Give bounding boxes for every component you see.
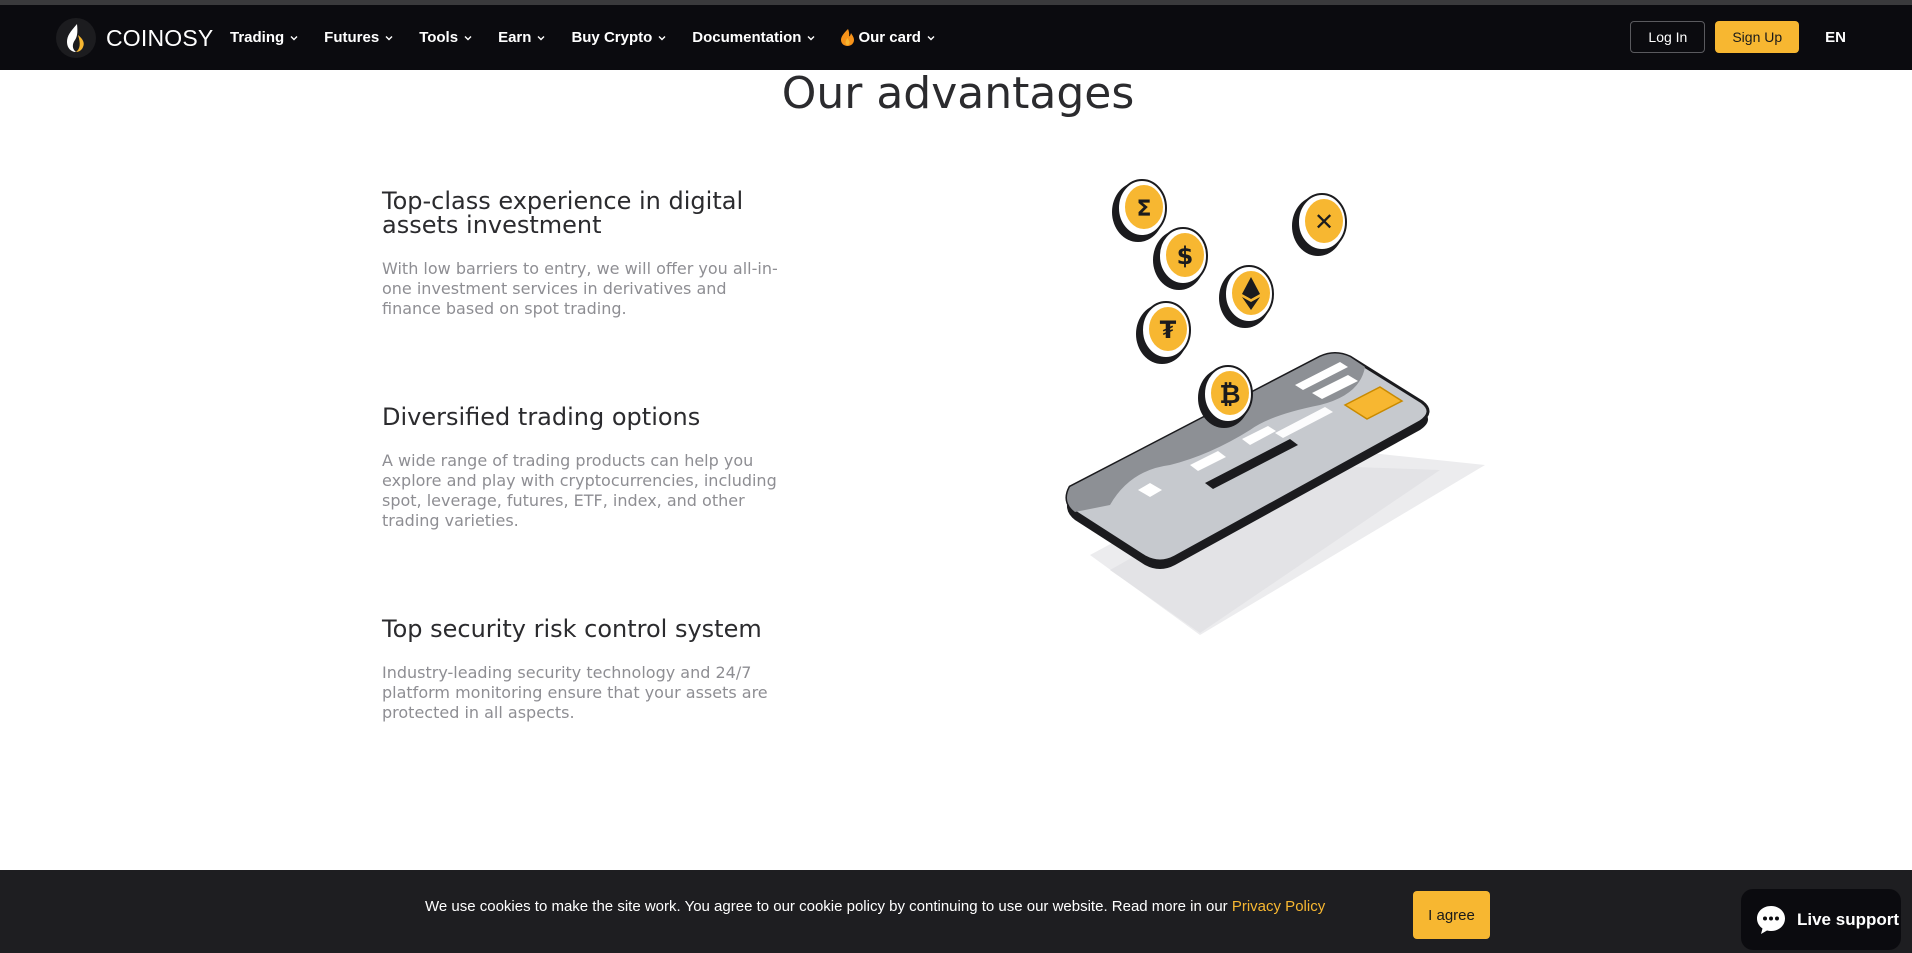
nav-item-earn[interactable]: Earn [498,29,545,46]
chevron-down-icon [927,35,935,40]
chevron-down-icon [385,35,393,40]
crypto-card-illustration: ₿ ₮ $ Σ ✕ [1065,179,1485,635]
signup-button[interactable]: Sign Up [1715,21,1800,53]
navbar: COINOSY Trading Futures Tools Earn Buy C… [0,5,1912,70]
nav-item-our-card[interactable]: Our card [841,29,935,46]
svg-text:Σ: Σ [1136,197,1151,222]
chat-bubble-icon [1757,905,1785,934]
nav-actions: Log In Sign Up EN [1630,21,1846,53]
cookie-text: We use cookies to make the site work. Yo… [425,898,1232,915]
brand-logo-link[interactable]: COINOSY [56,18,213,58]
nav-item-futures[interactable]: Futures [324,29,393,46]
privacy-policy-link[interactable]: Privacy Policy [1232,898,1325,915]
sigma-coin-icon: Σ [1112,179,1167,242]
nav-item-label: Documentation [692,29,802,46]
xrp-coin-icon: ✕ [1292,193,1347,256]
nav-item-buy-crypto[interactable]: Buy Crypto [571,29,666,46]
nav-item-label: Tools [419,29,459,46]
brand-name: COINOSY [106,24,214,51]
nav-item-tools[interactable]: Tools [419,29,472,46]
feature-description: A wide range of trading products can hel… [382,451,777,530]
svg-text:✕: ✕ [1314,208,1334,236]
feature-heading: Top security risk control system [382,615,762,643]
nav-item-label: Futures [324,29,380,46]
fire-icon [841,29,855,46]
feature-item: Top security risk control system Industr… [382,617,802,723]
nav-item-label: Our card [858,29,921,46]
main-nav: Trading Futures Tools Earn Buy Crypto Do… [230,5,961,70]
section-title: Our advantages [781,68,1135,119]
feature-item: Diversified trading options A wide range… [382,405,802,531]
chevron-down-icon [807,35,815,40]
cookie-message: We use cookies to make the site work. Yo… [425,898,1325,915]
chevron-down-icon [537,35,545,40]
nav-item-label: Trading [230,29,285,46]
cookie-agree-button[interactable]: I agree [1413,891,1490,939]
svg-text:$: $ [1177,242,1194,270]
chevron-down-icon [464,35,472,40]
feature-heading: Top-class experience in digital assets i… [382,187,744,239]
nav-item-documentation[interactable]: Documentation [692,29,815,46]
chevron-down-icon [658,35,666,40]
tether-coin-icon: ₮ [1136,301,1191,364]
chevron-down-icon [290,35,298,40]
flame-logo-icon [56,18,96,58]
ethereum-coin-icon [1219,265,1274,328]
feature-item: Top-class experience in digital assets i… [382,189,802,319]
language-selector[interactable]: EN [1825,29,1846,46]
dollar-coin-icon: $ [1153,227,1208,290]
live-support-button[interactable]: Live support [1741,889,1901,950]
cookie-banner: We use cookies to make the site work. Yo… [0,870,1912,953]
login-button[interactable]: Log In [1630,21,1706,53]
feature-description: Industry-leading security technology and… [382,663,768,722]
nav-item-trading[interactable]: Trading [230,29,298,46]
svg-text:₿: ₿ [1219,380,1240,410]
nav-item-label: Earn [498,29,532,46]
live-support-label: Live support [1797,909,1900,929]
feature-heading: Diversified trading options [382,403,701,431]
nav-item-label: Buy Crypto [571,29,653,46]
svg-text:₮: ₮ [1160,316,1177,344]
feature-description: With low barriers to entry, we will offe… [382,259,778,318]
